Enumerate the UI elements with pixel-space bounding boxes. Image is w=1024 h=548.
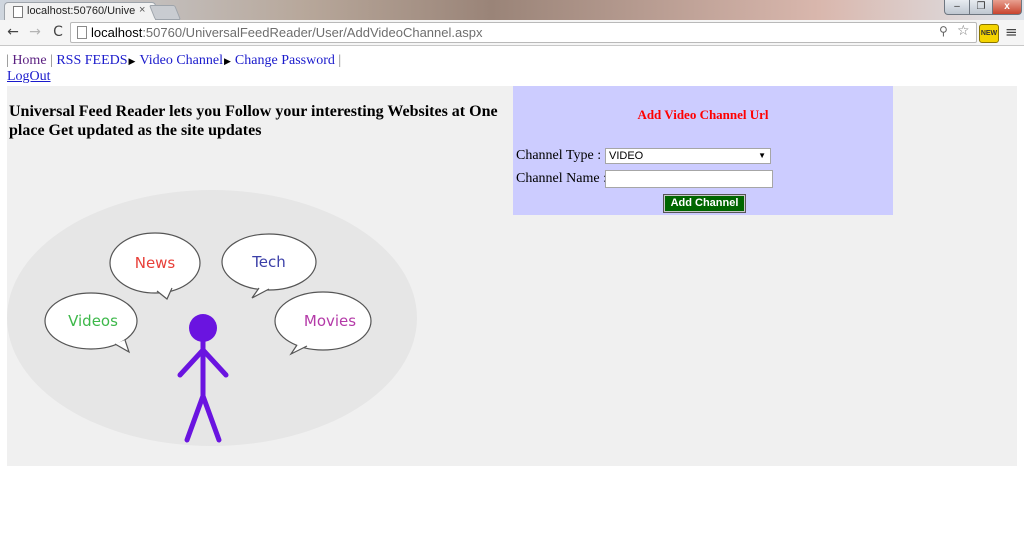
add-video-channel-panel: Add Video Channel Url Channel Type : VID… [513,86,893,215]
tech-bubble-label: Tech [251,253,286,271]
url-text[interactable]: localhost:50760/UniversalFeedReader/User… [91,25,482,40]
logout-link[interactable]: LogOut [7,69,51,85]
site-tagline: Universal Feed Reader lets you Follow yo… [9,103,498,139]
browser-tab[interactable]: localhost:50760/Universal × [4,2,156,21]
forward-arrow-icon[interactable]: → [26,23,44,41]
window-maximize-button[interactable]: ❐ [969,0,993,15]
nav-change-password-link[interactable]: Change Password [235,53,335,68]
tab-close-icon[interactable]: × [139,4,145,16]
add-channel-button[interactable]: Add Channel [663,194,746,213]
dropdown-arrow-icon: ▼ [758,151,766,160]
url-path: :50760/UniversalFeedReader/User/AddVideo… [142,25,483,40]
window-minimize-button[interactable]: – [944,0,970,15]
zoom-icon[interactable]: ⚲ [939,24,948,38]
window-close-button[interactable]: x [992,0,1022,15]
main-content: Universal Feed Reader lets you Follow yo… [7,86,1017,466]
submenu-arrow-icon: ▶ [224,57,231,67]
page-favicon-icon [13,6,23,18]
channel-type-select[interactable]: VIDEO ▼ [605,148,771,164]
url-host: localhost [91,25,143,40]
new-tab-button[interactable] [148,5,182,20]
top-navigation: | Home | RSS FEEDS▶ Video Channel▶ Change … [6,53,341,70]
submenu-arrow-icon: ▶ [128,57,136,67]
feed-topics-illustration: News Tech Videos Movies [7,190,417,446]
movies-bubble-label: Movies [304,312,356,330]
bookmark-star-icon[interactable]: ☆ [957,23,970,39]
nav-rss-feeds-link[interactable]: RSS FEEDS [56,53,127,68]
browser-toolbar: ← → C localhost:50760/UniversalFeedReade… [0,20,1024,46]
nav-separator: | [338,53,342,68]
page-icon [77,26,87,39]
tab-title: localhost:50760/Universal [27,5,135,17]
news-bubble-label: News [135,254,176,272]
page-viewport: | Home | RSS FEEDS▶ Video Channel▶ Change … [0,46,1024,548]
videos-bubble-label: Videos [68,312,118,330]
extension-icon[interactable]: NEW [979,24,999,43]
back-arrow-icon[interactable]: ← [4,23,22,41]
address-bar[interactable]: localhost:50760/UniversalFeedReader/User… [70,22,977,43]
nav-separator: | [50,53,53,68]
nav-video-channel-link[interactable]: Video Channel [139,53,223,68]
channel-name-label: Channel Name : [516,171,607,186]
channel-type-value: VIDEO [609,150,644,162]
channel-type-label: Channel Type : [516,148,602,163]
channel-name-input[interactable] [605,170,773,188]
menu-icon[interactable]: ≡ [1005,23,1018,41]
nav-home-link[interactable]: Home [12,53,46,68]
form-title: Add Video Channel Url [637,107,769,122]
browser-titlebar: localhost:50760/Universal × – ❐ x [0,0,1024,21]
reload-icon[interactable]: C [49,23,67,41]
nav-separator: | [6,53,9,68]
